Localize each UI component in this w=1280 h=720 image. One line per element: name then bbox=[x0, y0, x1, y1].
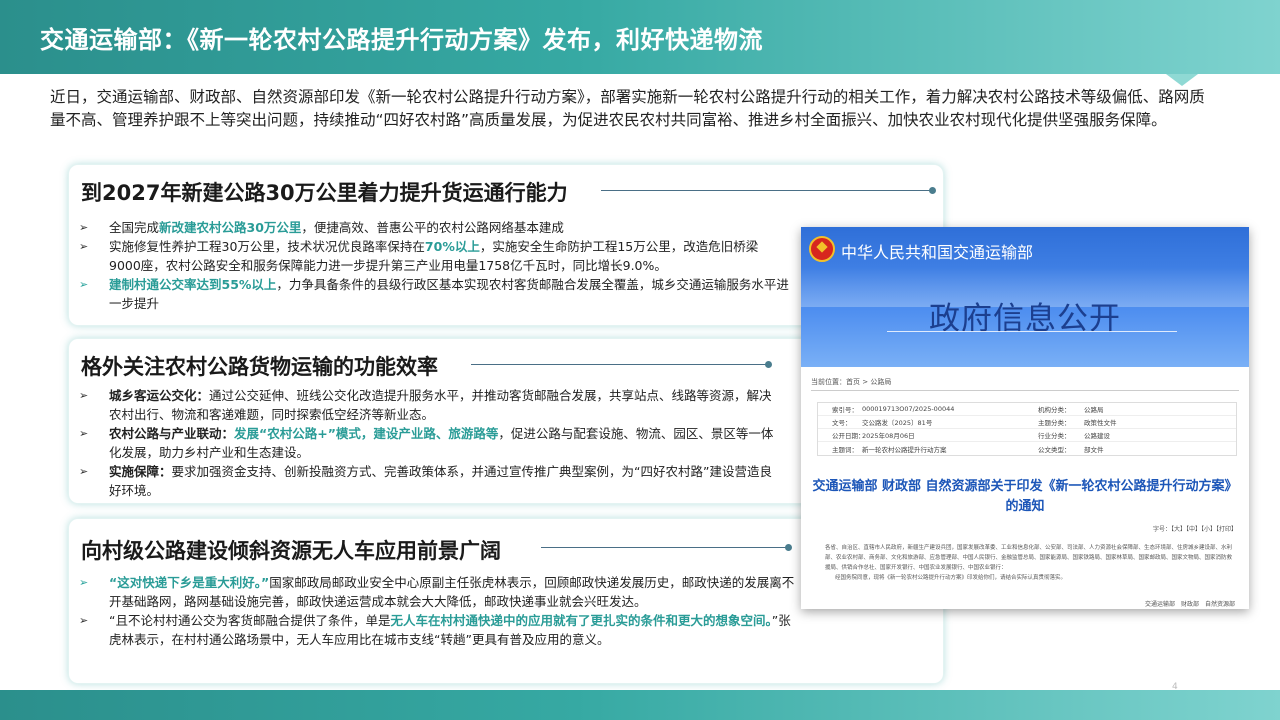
breadcrumb: 当前位置：首页 > 公路局 bbox=[811, 378, 892, 386]
notice-body: 各省、自治区、直辖市人民政府，新疆生产建设兵团，国家发展改革委、工业和信息化部、… bbox=[825, 545, 1233, 581]
title-notch bbox=[1166, 74, 1198, 86]
divider bbox=[811, 390, 1239, 391]
card-title: 向村级公路建设倾斜资源无人车应用前景广阔 bbox=[81, 539, 501, 563]
font-size-tools: 字号：【大】【中】【小】【打印】 bbox=[1152, 526, 1237, 533]
list-item: ➢ 实施修复性养护工程30万公里，技术状况优良路率保持在70%以上，实施安全生命… bbox=[79, 239, 759, 273]
ministry-name: 中华人民共和国交通运输部 bbox=[841, 243, 1034, 262]
arrow-bullet-icon: ➢ bbox=[79, 240, 89, 253]
doc-banner: 中华人民共和国交通运输部 政府信息公开 bbox=[801, 227, 1249, 367]
title-divider bbox=[471, 364, 767, 365]
bullet-list: ➢ 全国完成新改建农村公路30万公里，便捷高效、普惠公平的农村公路网络基本建成 … bbox=[79, 218, 789, 313]
table-row: 主题词： 新一轮农村公路提升行动方案 公文类型： 部文件 bbox=[832, 445, 1104, 454]
list-item: ➢ “这对快递下乡是重大利好。”国家邮政局邮政业安全中心原副主任张虎林表示，回顾… bbox=[79, 575, 795, 609]
arrow-bullet-icon: ➢ bbox=[79, 427, 89, 440]
card-title: 格外关注农村公路货物运输的功能效率 bbox=[81, 355, 438, 379]
footer-bar bbox=[0, 690, 1280, 720]
divider-dot bbox=[765, 361, 772, 368]
table-row: 索引号： 000019713O07/2025-00044 机构分类： 公路局 bbox=[818, 403, 1236, 416]
title-divider bbox=[541, 547, 787, 548]
title-bar: 交通运输部：《新一轮农村公路提升行动方案》发布，利好快递物流 bbox=[0, 0, 1280, 74]
list-item: ➢ 农村公路与产业联动：发展“农村公路+”模式，建设产业路、旅游路等，促进公路与… bbox=[79, 426, 774, 460]
table-row: 文号： 交公路发〔2025〕81号 主题分类： 政策性文件 bbox=[818, 416, 1236, 429]
arrow-bullet-icon: ➢ bbox=[79, 614, 89, 627]
bullet-list: ➢ “这对快递下乡是重大利好。”国家邮政局邮政业安全中心原副主任张虎林表示，回顾… bbox=[79, 573, 795, 649]
divider-dot bbox=[929, 187, 936, 194]
banner-underline bbox=[887, 331, 1177, 332]
card-title: 到2027年新建公路30万公里着力提升货运通行能力 bbox=[81, 181, 568, 205]
bullet-list: ➢ 城乡客运公交化：通过公交延伸、班线公交化改造提升服务水平，并推动客货邮融合发… bbox=[79, 386, 779, 500]
doc-meta-table: 索引号： 000019713O07/2025-00044 机构分类： 公路局 文号：… bbox=[817, 402, 1237, 456]
gov-notice-screenshot: 中华人民共和国交通运输部 政府信息公开 当前位置：首页 > 公路局 索引号： 00… bbox=[801, 227, 1249, 609]
arrow-bullet-icon: ➢ bbox=[79, 465, 89, 478]
list-item: ➢ “且不论村村通公交为客货邮融合提供了条件，单是无人车在村村通快递中的应用就有… bbox=[79, 613, 791, 647]
table-row: 公开日期： 2025年08月06日 行业分类： 公路建设 bbox=[818, 429, 1236, 442]
list-item: ➢ 建制村通公交率达到55%以上，力争具备条件的县级行政区基本实现农村客货邮融合… bbox=[79, 277, 789, 311]
list-item: ➢ 实施保障：要求加强资金支持、创新投融资方式、完善政策体系，并通过宣传推广典型… bbox=[79, 464, 772, 498]
list-item: ➢ 全国完成新改建农村公路30万公里，便捷高效、普惠公平的农村公路网络基本建成 bbox=[79, 220, 564, 235]
page-title: 交通运输部：《新一轮农村公路提升行动方案》发布，利好快递物流 bbox=[40, 26, 763, 54]
arrow-bullet-icon: ➢ bbox=[79, 278, 89, 291]
arrow-bullet-icon: ➢ bbox=[79, 389, 89, 402]
intro-paragraph: 近日，交通运输部、财政部、自然资源部印发《新一轮农村公路提升行动方案》，部署实施… bbox=[50, 88, 1205, 129]
arrow-bullet-icon: ➢ bbox=[79, 221, 89, 234]
arrow-bullet-icon: ➢ bbox=[79, 576, 89, 589]
divider-dot bbox=[785, 544, 792, 551]
notice-signature: 交通运输部 财政部 自然资源部 bbox=[1144, 601, 1235, 608]
title-divider bbox=[601, 190, 931, 191]
list-item: ➢ 城乡客运公交化：通过公交延伸、班线公交化改造提升服务水平，并推动客货邮融合发… bbox=[79, 388, 772, 422]
notice-title: 交通运输部 财政部 自然资源部关于印发《新一轮农村公路提升行动方案》 的通知 bbox=[812, 479, 1238, 514]
national-emblem-icon bbox=[809, 236, 835, 262]
